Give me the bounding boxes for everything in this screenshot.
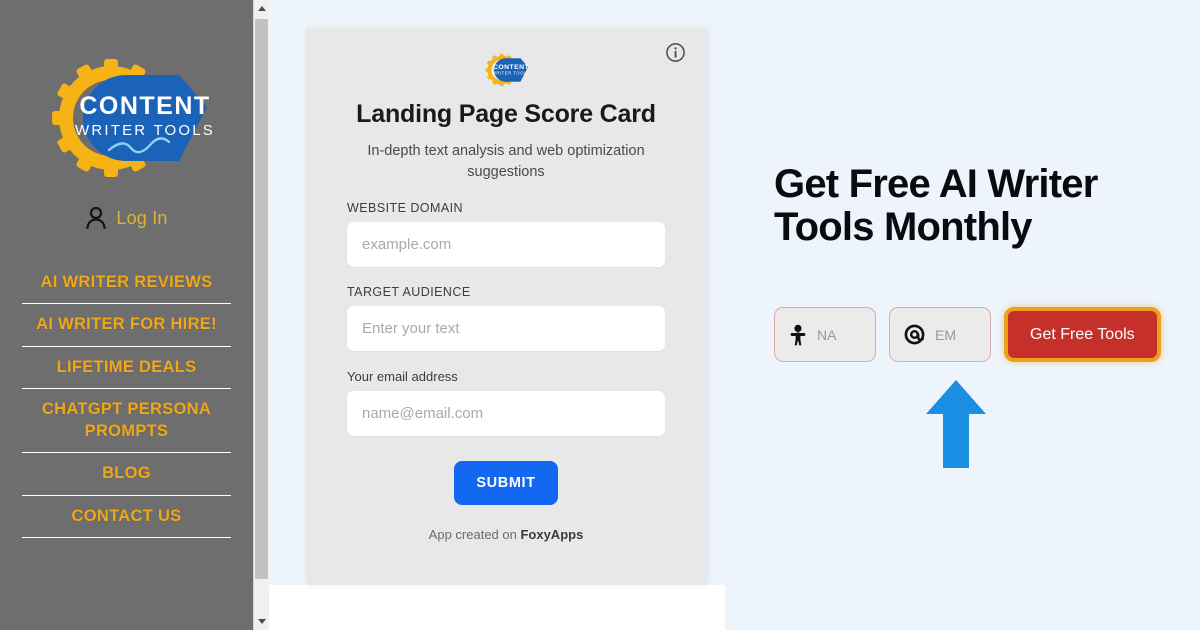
website-domain-input[interactable] xyxy=(347,222,665,268)
svg-text:CONTENT: CONTENT xyxy=(79,92,210,120)
landing-page-score-card: CONTENT WRITER TOOLS Landing Page Score … xyxy=(306,28,706,585)
card-footer: App created on FoxyApps xyxy=(347,527,665,542)
promo-name-placeholder: NA xyxy=(817,326,837,343)
scrollbar-thumb[interactable] xyxy=(255,19,268,579)
chevron-down-icon xyxy=(257,619,266,624)
promo-email-field[interactable]: EM xyxy=(889,307,991,362)
get-free-tools-button[interactable]: Get Free Tools xyxy=(1004,307,1161,362)
login-label: Log In xyxy=(116,207,168,228)
scrollbar-up-button[interactable] xyxy=(254,0,269,17)
submit-button[interactable]: SUBMIT xyxy=(454,461,558,506)
sidebar-item-chatgpt-persona-prompts[interactable]: CHATGPT PERSONA PROMPTS xyxy=(22,389,231,454)
account-person-icon xyxy=(86,206,106,230)
field-label-target-audience: TARGET AUDIENCE xyxy=(347,285,471,300)
field-target-audience: TARGET AUDIENCE xyxy=(347,285,665,369)
site-logo[interactable]: CONTENT WRITER TOOLS xyxy=(39,58,214,178)
login-link[interactable]: Log In xyxy=(85,206,167,230)
sidebar-item-ai-writer-reviews[interactable]: AI WRITER REVIEWS xyxy=(22,262,231,305)
field-email-address: Your email address xyxy=(347,369,665,454)
promo-signup-form: NA EM Get Free Tools xyxy=(774,307,1161,362)
promo-panel: Get Free AI Writer Tools Monthly NA EM G… xyxy=(738,0,1200,630)
info-circle-icon[interactable] xyxy=(665,42,686,63)
chevron-up-icon xyxy=(257,6,266,11)
sidebar-item-lifetime-deals[interactable]: LIFETIME DEALS xyxy=(22,347,231,389)
svg-text:WRITER TOOLS: WRITER TOOLS xyxy=(75,122,214,139)
card-footer-prefix: App created on xyxy=(428,527,521,543)
sidebar: CONTENT WRITER TOOLS Log In AI WRITER RE… xyxy=(0,0,253,630)
field-label-website-domain: WEBSITE DOMAIN xyxy=(347,201,464,216)
main-content: CONTENT WRITER TOOLS Landing Page Score … xyxy=(269,0,1200,630)
field-website-domain: WEBSITE DOMAIN xyxy=(347,201,665,285)
scrollbar-down-button[interactable] xyxy=(254,613,269,630)
submit-row: SUBMIT xyxy=(347,461,665,506)
up-arrow-annotation xyxy=(926,380,986,468)
email-address-input[interactable] xyxy=(347,391,665,437)
promo-email-placeholder: EM xyxy=(935,326,956,343)
sidebar-nav: AI WRITER REVIEWS AI WRITER FOR HIRE! LI… xyxy=(0,262,253,538)
page-root: CONTENT WRITER TOOLS Log In AI WRITER RE… xyxy=(0,0,1200,630)
card-logo: CONTENT WRITER TOOLS xyxy=(485,53,530,87)
card-title: Landing Page Score Card xyxy=(356,100,656,128)
svg-text:CONTENT: CONTENT xyxy=(493,64,529,71)
promo-headline: Get Free AI Writer Tools Monthly xyxy=(774,162,1098,250)
sidebar-item-ai-writer-for-hire[interactable]: AI WRITER FOR HIRE! xyxy=(22,304,231,347)
sidebar-item-contact-us[interactable]: CONTACT US xyxy=(22,496,231,538)
at-sign-icon xyxy=(904,324,925,345)
promo-name-field[interactable]: NA xyxy=(774,307,876,362)
person-icon xyxy=(790,324,806,345)
card-subtitle: In-depth text analysis and web optimizat… xyxy=(367,143,645,180)
page-white-band xyxy=(269,585,725,630)
sidebar-item-blog[interactable]: BLOG xyxy=(22,453,231,496)
card-footer-brand[interactable]: FoxyApps xyxy=(520,527,583,542)
target-audience-input[interactable] xyxy=(347,306,665,352)
vertical-scrollbar[interactable] xyxy=(253,0,269,630)
field-label-email-address: Your email address xyxy=(347,369,458,385)
content-writer-tools-logo: CONTENT WRITER TOOLS xyxy=(52,59,214,177)
svg-text:WRITER TOOLS: WRITER TOOLS xyxy=(492,71,530,76)
